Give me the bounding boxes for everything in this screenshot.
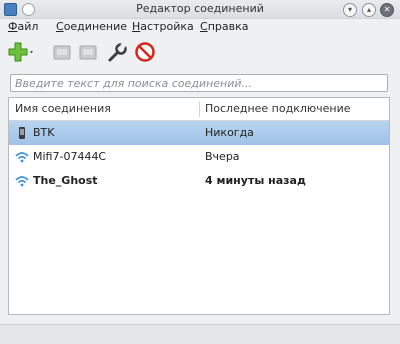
connections-table: Имя соединения Последнее подключение BTK…: [8, 97, 390, 315]
menu-connection-accel: С: [56, 20, 64, 33]
wifi-icon: [15, 152, 29, 163]
menu-settings[interactable]: Настройка: [132, 20, 194, 33]
menu-help-accel: С: [200, 20, 208, 33]
add-icon[interactable]: [8, 40, 36, 64]
wrench-icon[interactable]: [106, 40, 128, 64]
edit-icon[interactable]: [52, 40, 72, 64]
wifi-icon: [15, 176, 29, 187]
copy-icon[interactable]: [78, 40, 98, 64]
maximize-icon[interactable]: ▴: [362, 3, 376, 17]
table-header: Имя соединения Последнее подключение: [9, 98, 389, 121]
menu-settings-label: астройка: [140, 20, 194, 33]
connection-name: The_Ghost: [33, 174, 98, 187]
last-connected: Никогда: [205, 126, 254, 139]
menu-connection-label: оединение: [63, 20, 128, 33]
search-input[interactable]: [10, 74, 388, 92]
title-bar[interactable]: Редактор соединений ▾ ▴ ✕: [0, 0, 400, 19]
last-connected: Вчера: [205, 150, 240, 163]
menu-connection[interactable]: Соединение: [56, 20, 127, 33]
close-icon[interactable]: ✕: [380, 3, 394, 17]
menu-file-label: айл: [17, 20, 39, 33]
menubar: Файл Соединение Настройка Справка: [0, 18, 400, 36]
menu-help-label: правка: [207, 20, 249, 33]
column-separator[interactable]: [199, 101, 200, 117]
connection-name: Mifi7-07444C: [33, 150, 107, 163]
toolbar: [0, 36, 400, 68]
table-row[interactable]: Mifi7-07444C Вчера: [9, 145, 389, 169]
column-header-name[interactable]: Имя соединения: [15, 102, 111, 115]
status-bar: [0, 324, 400, 344]
stop-icon[interactable]: [134, 40, 156, 64]
minimize-icon[interactable]: ▾: [343, 3, 357, 17]
modem-icon: [19, 127, 25, 139]
table-row[interactable]: BTK Никогда: [9, 121, 389, 145]
window-title: Редактор соединений: [136, 2, 264, 15]
connection-editor-window: Редактор соединений ▾ ▴ ✕ Файл Соединени…: [0, 0, 400, 344]
menu-help[interactable]: Справка: [200, 20, 248, 33]
last-connected: 4 минуты назад: [205, 174, 306, 187]
column-header-last-connected[interactable]: Последнее подключение: [205, 102, 351, 115]
connection-name: BTK: [33, 126, 55, 139]
table-row[interactable]: The_Ghost 4 минуты назад: [9, 169, 389, 193]
menu-file[interactable]: Файл: [8, 20, 38, 33]
